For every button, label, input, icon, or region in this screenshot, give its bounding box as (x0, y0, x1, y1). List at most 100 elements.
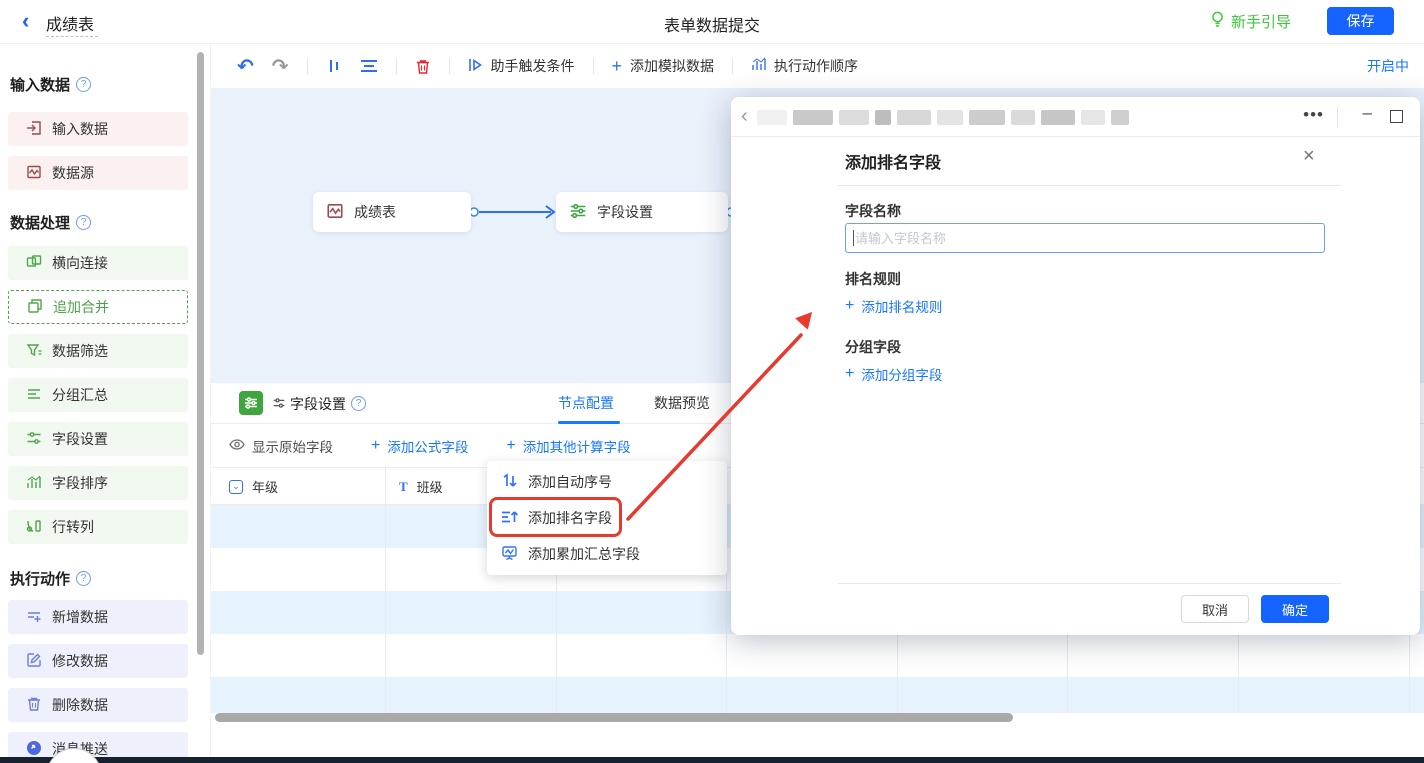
help-icon[interactable]: ? (351, 396, 366, 411)
show-original-fields-toggle[interactable]: 显示原始字段 (229, 436, 333, 456)
table-row[interactable] (211, 677, 1424, 713)
align-icon[interactable] (360, 59, 378, 73)
status-enabled[interactable]: 开启中 (1367, 56, 1409, 76)
help-icon[interactable]: ? (76, 571, 91, 586)
sidebar-item-append-merge[interactable]: 追加合并 (8, 290, 188, 324)
beginner-guide-label: 新手引导 (1231, 11, 1291, 32)
field-settings-icon (26, 430, 42, 449)
add-mock-data-button[interactable]: + 添加模拟数据 (612, 56, 715, 77)
sidebar-item-data-source[interactable]: 数据源 (8, 156, 188, 190)
plus-icon: + (506, 438, 515, 454)
beginner-guide-button[interactable]: 新手引导 (1210, 11, 1291, 32)
node-score-table[interactable]: 成绩表 (313, 192, 471, 232)
add-ranking-field-window: ‹ ••• – 添加排名字段 × 字段名称 (731, 97, 1420, 635)
add-group-field-button[interactable]: + 添加分组字段 (845, 364, 942, 384)
column-label: 班级 (417, 477, 443, 496)
field-name-input[interactable] (845, 223, 1325, 253)
delete-icon[interactable] (415, 58, 431, 75)
assistant-trigger-label: 助手触发条件 (491, 56, 575, 76)
menu-item-cumulative-summary[interactable]: 添加累加汇总字段 (487, 536, 727, 572)
plus-icon: + (845, 366, 854, 382)
sidebar-item-row-to-column[interactable]: 行转列 (8, 510, 188, 544)
help-icon[interactable]: ? (76, 77, 91, 92)
toolbar-divider (307, 58, 308, 74)
trigger-play-icon (468, 58, 483, 75)
distribute-icon[interactable] (326, 58, 342, 74)
sidebar-item-label: 追加合并 (53, 297, 109, 317)
sidebar-item-field-sort[interactable]: 字段排序 (8, 466, 188, 500)
delete-data-icon (26, 696, 42, 715)
sidebar-item-data-filter[interactable]: 数据筛选 (8, 334, 188, 368)
text-caret (853, 230, 854, 246)
sidebar-item-label: 数据源 (52, 163, 94, 183)
menu-item-auto-sequence[interactable]: 添加自动序号 (487, 464, 727, 500)
window-maximize-icon[interactable] (1390, 110, 1403, 123)
sidebar-item-field-settings[interactable]: 字段设置 (8, 422, 188, 456)
sidebar-scrollbar[interactable] (197, 52, 204, 655)
cancel-button[interactable]: 取消 (1181, 595, 1249, 623)
window-minimize-icon[interactable]: – (1363, 103, 1372, 123)
panel-title[interactable]: 字段设置 (290, 394, 346, 414)
sidebar-item-input-data[interactable]: 输入数据 (8, 112, 188, 146)
sidebar-item-label: 横向连接 (52, 253, 108, 273)
menu-item-label: 添加排名字段 (528, 508, 612, 528)
add-rank-rule-button[interactable]: + 添加排名规则 (845, 296, 942, 316)
eye-icon (229, 438, 245, 453)
help-icon[interactable]: ? (76, 215, 91, 230)
footer-divider (838, 583, 1341, 584)
ranking-field-icon (501, 509, 518, 528)
section-title-execute-actions: 执行动作 ? (10, 568, 196, 588)
add-formula-field-label: 添加公式字段 (387, 436, 468, 456)
toolbar-divider (449, 58, 450, 74)
horizontal-scrollbar[interactable] (215, 713, 1013, 722)
tab-data-preview[interactable]: 数据预览 (654, 383, 710, 424)
window-controls-divider (1337, 107, 1338, 127)
menu-item-ranking-field[interactable]: 添加排名字段 (487, 500, 727, 536)
field-name-input-wrap (845, 223, 1325, 253)
sidebar-item-delete-data[interactable]: 删除数据 (8, 688, 188, 722)
text-type-icon: T (399, 479, 408, 495)
sidebar-item-group-summary[interactable]: 分组汇总 (8, 378, 188, 412)
message-push-icon (26, 740, 42, 759)
assistant-trigger-button[interactable]: 助手触发条件 (468, 56, 575, 76)
add-mock-data-label: 添加模拟数据 (630, 56, 714, 76)
sidebar-item-label: 字段排序 (52, 473, 108, 493)
add-formula-field-button[interactable]: + 添加公式字段 (371, 436, 468, 456)
undo-icon[interactable]: ↶ (237, 54, 254, 79)
menu-item-label: 添加自动序号 (528, 472, 612, 492)
sidebar-item-label: 修改数据 (52, 651, 108, 671)
node-field-settings[interactable]: 字段设置 (556, 192, 728, 232)
column-label: 年级 (252, 477, 278, 496)
confirm-button[interactable]: 确定 (1261, 595, 1329, 623)
toolbar-divider (732, 58, 733, 74)
column-divider (385, 468, 386, 713)
show-original-fields-label: 显示原始字段 (252, 436, 333, 456)
column-header-grade[interactable]: ⌄ 年级 (229, 468, 278, 505)
app-root: ‹ 成绩表 表单数据提交 新手引导 保存 输入数据 ? 输入数据 数据源 数据处… (0, 0, 1424, 763)
sidebar-item-modify-data[interactable]: 修改数据 (8, 644, 188, 678)
add-other-calc-field-button[interactable]: + 添加其他计算字段 (506, 436, 630, 456)
dialog-close-icon[interactable]: × (1303, 145, 1315, 168)
field-sort-icon (26, 474, 42, 493)
sidebar-item-add-data[interactable]: 新增数据 (8, 600, 188, 634)
row-to-column-icon (26, 518, 42, 537)
add-calc-field-menu: 添加自动序号 添加排名字段 添加累加汇总字段 (487, 461, 727, 575)
table-row[interactable] (211, 634, 1424, 677)
action-order-label: 执行动作顺序 (774, 56, 858, 76)
sidebar-item-label: 新增数据 (52, 607, 108, 627)
redacted-title-text (757, 110, 1129, 125)
window-back-icon[interactable]: ‹ (741, 105, 748, 128)
rank-rule-label: 排名规则 (845, 269, 901, 289)
column-header-class[interactable]: T 班级 (399, 468, 443, 505)
window-more-icon[interactable]: ••• (1303, 105, 1324, 125)
menu-item-label: 添加累加汇总字段 (528, 544, 640, 564)
sidebar-item-horizontal-join[interactable]: 横向连接 (8, 246, 188, 280)
sidebar-item-label: 行转列 (52, 517, 94, 537)
cumulative-summary-icon (501, 545, 518, 564)
save-button[interactable]: 保存 (1327, 7, 1394, 35)
tab-node-config[interactable]: 节点配置 (558, 383, 614, 424)
action-order-button[interactable]: 执行动作顺序 (751, 56, 858, 76)
add-rank-rule-label: 添加排名规则 (861, 296, 942, 316)
plus-icon: + (371, 438, 380, 454)
redo-icon[interactable]: ↷ (272, 54, 289, 79)
